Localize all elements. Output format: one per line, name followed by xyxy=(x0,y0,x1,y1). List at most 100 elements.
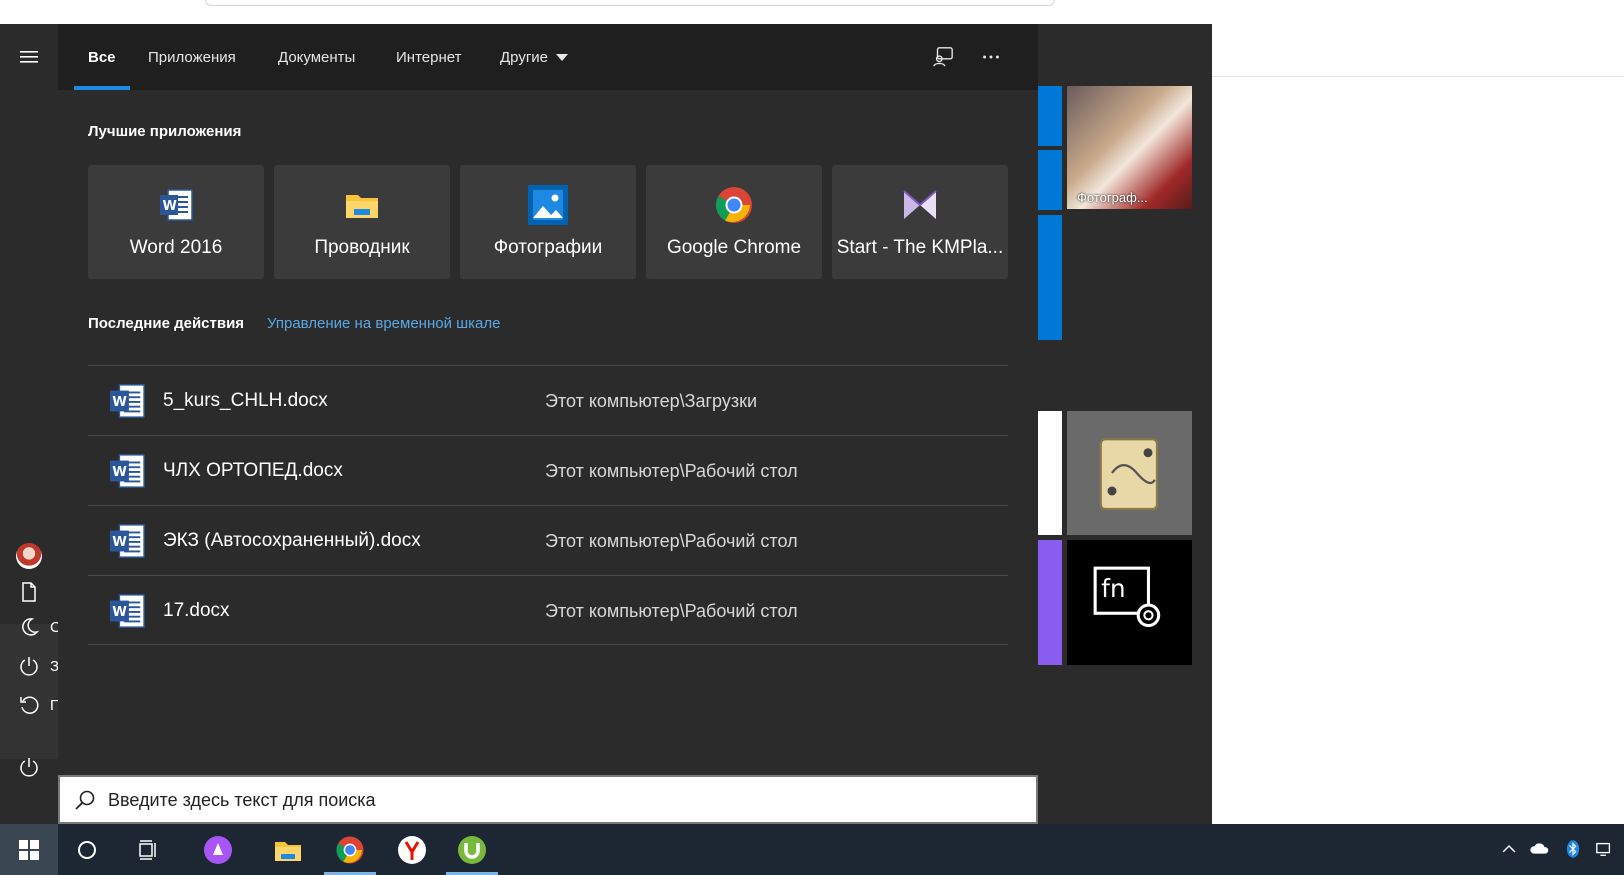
timeline-link[interactable]: Управление на временной шкале xyxy=(267,315,500,332)
taskbar-utorrent[interactable] xyxy=(446,824,498,875)
recent-activity-heading: Последние действия xyxy=(88,315,245,332)
taskbar xyxy=(0,824,1624,875)
chrome-icon xyxy=(336,836,364,863)
onedrive-icon[interactable] xyxy=(1528,838,1552,860)
photos-tile[interactable]: Фотограф... xyxy=(1067,86,1192,209)
taskbar-chrome[interactable] xyxy=(324,824,376,875)
file-explorer-icon xyxy=(346,195,378,218)
tile-partial-5[interactable] xyxy=(1038,540,1062,665)
photos-tile-label: Фотограф... xyxy=(1077,190,1148,205)
search-panel: Все Приложения Документы Интернет Другие… xyxy=(58,24,1038,824)
power-icon[interactable] xyxy=(16,754,42,780)
tab-more[interactable]: Другие xyxy=(500,24,569,90)
svg-text:fn: fn xyxy=(1101,573,1125,602)
tile-partial-2[interactable] xyxy=(1038,150,1062,210)
tab-apps-label: Приложения xyxy=(148,48,236,66)
recent-item[interactable]: W ЭКЗ (Автосохраненный).docx Этот компью… xyxy=(88,505,1008,575)
bluetooth-icon[interactable] xyxy=(1561,838,1585,860)
taskbar-explorer[interactable] xyxy=(262,824,314,875)
app-card-kmplayer[interactable]: Start - The KMPla... xyxy=(832,165,1008,279)
tile-partial-3[interactable] xyxy=(1038,215,1062,340)
yandex-browser-icon xyxy=(398,835,426,864)
recent-item-path: Этот компьютер\Рабочий стол xyxy=(545,531,798,551)
tile-partial-4[interactable] xyxy=(1038,411,1062,535)
word-doc-icon: W xyxy=(109,454,145,488)
start-button[interactable] xyxy=(0,824,58,875)
notepad-icon xyxy=(1099,438,1158,511)
start-menu-strip: С З П xyxy=(0,24,61,824)
file-explorer-icon xyxy=(275,841,301,861)
app-card-word[interactable]: W Word 2016 xyxy=(88,165,264,279)
task-view-icon xyxy=(139,839,156,860)
more-options-icon[interactable] xyxy=(978,44,1004,70)
top-apps-heading: Лучшие приложения xyxy=(88,123,242,140)
alice-icon xyxy=(204,835,232,864)
recent-item-path: Этот компьютер\Загрузки xyxy=(545,391,758,411)
shutdown-icon[interactable] xyxy=(16,653,42,679)
taskbar-alice[interactable] xyxy=(192,824,244,875)
cortana-icon xyxy=(78,840,96,859)
sleep-icon[interactable] xyxy=(16,614,42,640)
screen: С З П Фотограф... fn Все Приложения Доку… xyxy=(0,0,1624,875)
recent-item-name: ЧЛХ ОРТОПЕД.docx xyxy=(163,460,343,481)
tab-documents[interactable]: Документы xyxy=(278,24,355,90)
tile-partial-1[interactable] xyxy=(1038,86,1062,146)
tab-more-label: Другие xyxy=(500,48,549,66)
task-view-button[interactable] xyxy=(122,824,174,875)
recent-item-name: 17.docx xyxy=(163,600,230,621)
svg-text:W: W xyxy=(112,465,127,480)
svg-text:W: W xyxy=(112,395,127,410)
taskbar-yandex[interactable] xyxy=(386,824,438,875)
word-icon: W xyxy=(160,189,193,221)
svg-text:W: W xyxy=(163,199,177,214)
recent-item[interactable]: W 17.docx Этот компьютер\Рабочий стол xyxy=(88,575,1008,645)
user-avatar[interactable] xyxy=(16,543,42,569)
tab-documents-label: Документы xyxy=(278,48,356,66)
fn-settings-tile[interactable]: fn xyxy=(1067,540,1192,665)
app-card-chrome[interactable]: Google Chrome xyxy=(646,165,822,279)
recent-item-name: ЭКЗ (Автосохраненный).docx xyxy=(163,530,421,551)
tab-apps[interactable]: Приложения xyxy=(148,24,236,90)
windows-logo-icon xyxy=(19,839,39,860)
fn-settings-icon: fn xyxy=(1093,566,1160,627)
notepad-tile[interactable] xyxy=(1067,411,1192,535)
app-card-photos[interactable]: Фотографии xyxy=(460,165,636,279)
word-doc-icon: W xyxy=(109,524,145,558)
app-card-label: Word 2016 xyxy=(129,237,223,258)
recent-list: W 5_kurs_CHLH.docx Этот компьютер\Загруз… xyxy=(88,365,1008,645)
search-tabs-bar: Все Приложения Документы Интернет Другие xyxy=(58,24,1038,90)
recent-item-path: Этот компьютер\Рабочий стол xyxy=(545,461,798,481)
recent-item[interactable]: W 5_kurs_CHLH.docx Этот компьютер\Загруз… xyxy=(88,365,1008,435)
recent-item-path: Этот компьютер\Рабочий стол xyxy=(545,601,798,621)
word-doc-icon: W xyxy=(109,594,145,628)
app-card-label: Фотографии xyxy=(493,237,603,258)
app-card-label: Проводник xyxy=(314,237,410,258)
show-hidden-icons-chevron-up-icon[interactable] xyxy=(1497,838,1521,860)
cortana-button[interactable] xyxy=(61,824,113,875)
svg-text:W: W xyxy=(112,605,127,620)
document-icon[interactable] xyxy=(16,579,42,605)
chrome-icon xyxy=(715,187,752,223)
utorrent-icon xyxy=(458,835,486,864)
search-icon xyxy=(75,790,95,810)
app-card-explorer[interactable]: Проводник xyxy=(274,165,450,279)
chevron-down-icon xyxy=(556,53,569,61)
taskbar-search-box[interactable] xyxy=(58,775,1038,824)
tab-web[interactable]: Интернет xyxy=(396,24,461,90)
app-card-label: Google Chrome xyxy=(666,237,802,258)
photos-icon xyxy=(528,185,568,225)
background-divider xyxy=(1212,76,1624,77)
tab-all-label: Все xyxy=(88,48,116,66)
app-card-label: Start - The KMPla... xyxy=(836,237,1004,258)
recent-item-name: 5_kurs_CHLH.docx xyxy=(163,390,328,411)
search-input[interactable] xyxy=(108,787,1008,813)
feedback-icon[interactable] xyxy=(930,44,956,70)
recent-item[interactable]: W ЧЛХ ОРТОПЕД.docx Этот компьютер\Рабочи… xyxy=(88,435,1008,505)
svg-text:W: W xyxy=(112,535,127,550)
kmplayer-icon xyxy=(903,190,937,219)
hamburger-menu-icon[interactable] xyxy=(16,44,42,70)
restart-icon[interactable] xyxy=(16,692,42,718)
network-icon[interactable] xyxy=(1592,838,1616,860)
tab-all[interactable]: Все xyxy=(74,24,129,90)
word-doc-icon: W xyxy=(109,384,145,418)
